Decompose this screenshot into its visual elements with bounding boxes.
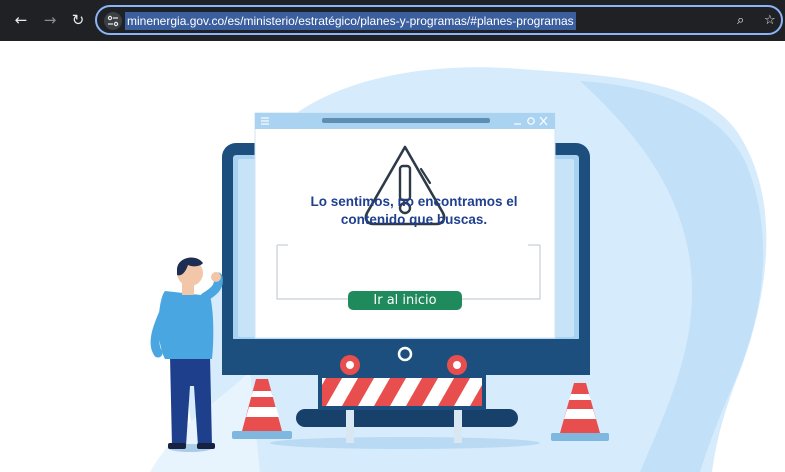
error-message: Lo sentimos, no encontramos el contenido…: [285, 193, 543, 229]
back-arrow-icon[interactable]: ←: [11, 10, 31, 30]
person-illustration: [150, 257, 223, 452]
bookmark-star-icon[interactable]: ☆: [764, 11, 776, 31]
error-illustration: [150, 67, 767, 472]
monitor-base: [296, 409, 518, 427]
address-bar[interactable]: minenergia.gov.co/es/ministerio/estratég…: [95, 5, 783, 35]
home-button[interactable]: Ir al inicio: [348, 291, 462, 310]
reload-icon[interactable]: ↻: [68, 10, 88, 30]
titlebar-bar: [322, 118, 490, 123]
zoom-icon[interactable]: ⌕: [737, 11, 744, 31]
error-message-line2: contenido que buscas.: [340, 212, 488, 227]
browser-toolbar: ← → ↻ minenergia.gov.co/es/ministerio/es…: [0, 0, 785, 41]
error-message-line1: Lo sentimos, no encontramos el: [310, 194, 518, 209]
url-text[interactable]: minenergia.gov.co/es/ministerio/estratég…: [125, 12, 576, 30]
forward-arrow-icon[interactable]: →: [40, 10, 60, 30]
site-info-icon[interactable]: [104, 12, 122, 30]
monitor-chin: [222, 339, 590, 375]
